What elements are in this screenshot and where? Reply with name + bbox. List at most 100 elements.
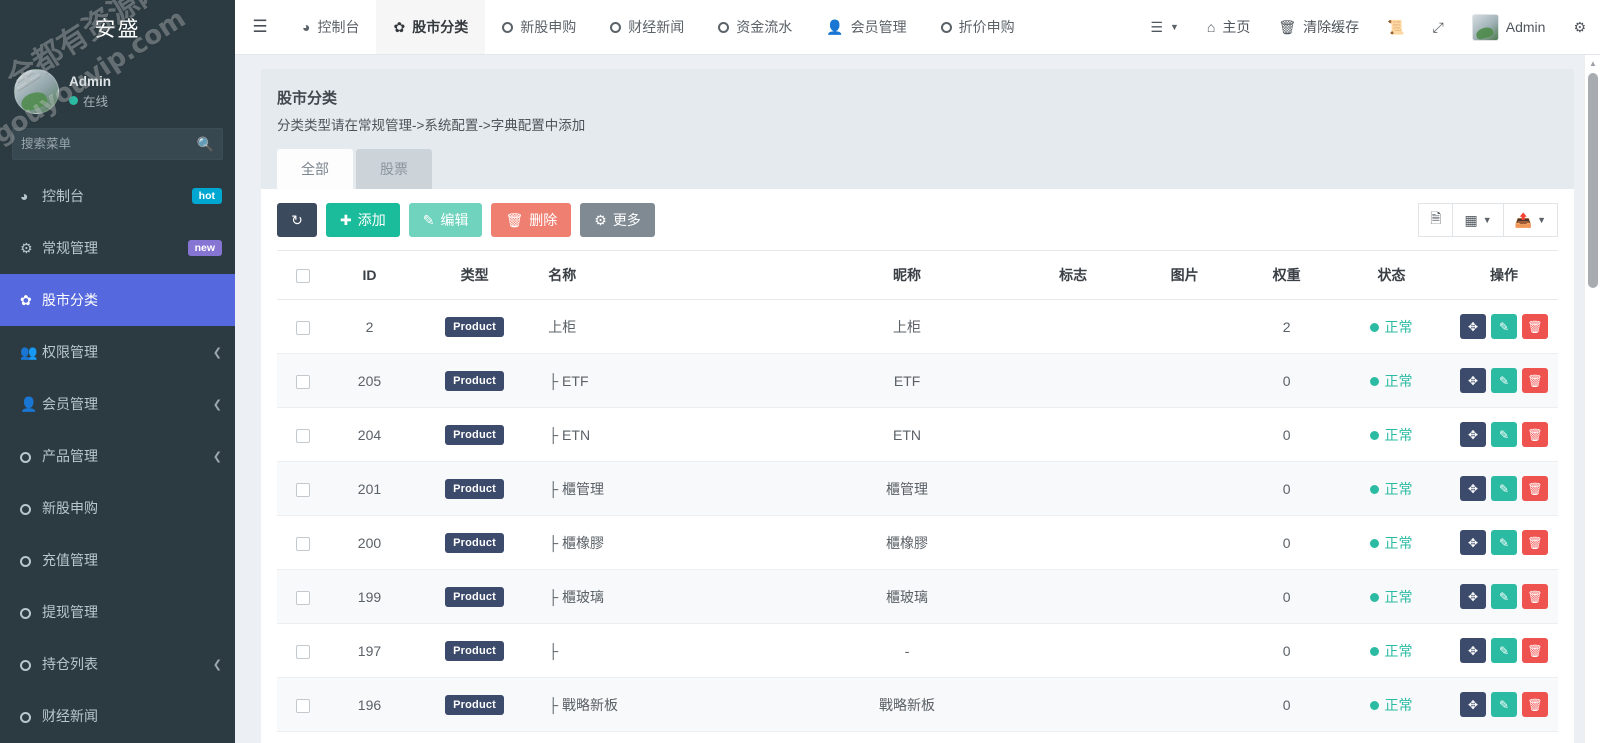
trash-icon[interactable]: 🗑 — [1522, 368, 1548, 393]
move-icon[interactable]: ✥ — [1460, 476, 1486, 501]
sidebar-item-dashboard[interactable]: ◕ 控制台 hot — [0, 170, 235, 222]
move-icon[interactable]: ✥ — [1460, 530, 1486, 555]
trash-icon[interactable]: 🗑 — [1522, 638, 1548, 663]
row-checkbox[interactable] — [295, 698, 310, 713]
tab-all[interactable]: 全部 — [277, 149, 353, 189]
cell-status: 正常 — [1332, 299, 1450, 354]
delete-button[interactable]: 🗑 删除 — [491, 203, 572, 237]
row-checkbox[interactable] — [295, 320, 310, 335]
nav-tab-fund-flow[interactable]: 资金流水 — [701, 0, 809, 54]
pencil-icon[interactable]: ✎ — [1491, 368, 1517, 393]
search-icon[interactable]: 🔍 — [197, 136, 214, 153]
type-badge: Product — [445, 586, 505, 607]
row-checkbox[interactable] — [295, 590, 310, 605]
column-header-name[interactable]: 名称 — [538, 250, 797, 300]
column-header-id[interactable]: ID — [328, 250, 411, 300]
column-header-nickname[interactable]: 昵称 — [796, 250, 1018, 300]
trash-icon[interactable]: 🗑 — [1522, 530, 1548, 555]
hamburger-icon[interactable]: ☰ — [235, 0, 285, 54]
cell-logo — [1017, 731, 1129, 743]
nav-tab-member-management[interactable]: 👤 会员管理 — [809, 0, 923, 54]
pencil-icon[interactable]: ✎ — [1491, 476, 1517, 501]
page-scrollbar[interactable]: ▲ — [1584, 55, 1600, 743]
table-row[interactable]: 204 Product ├ ETN ETN 0 正常 ✥ ✎ 🗑 — [277, 407, 1558, 462]
more-button[interactable]: ⚙ 更多 — [580, 203, 655, 237]
row-checkbox[interactable] — [295, 428, 310, 443]
cell-status: 正常 — [1332, 731, 1450, 743]
scroll-up-arrow-icon[interactable]: ▲ — [1585, 55, 1600, 71]
sidebar-item-general-management[interactable]: ⚙ 常规管理 new — [0, 222, 235, 274]
sidebar-item-recharge-management[interactable]: 充值管理 — [0, 534, 235, 586]
table-row[interactable]: 195Product├ 櫃指數類櫃指數類 0正常✥✎🗑 — [277, 731, 1558, 743]
pencil-icon[interactable]: ✎ — [1491, 692, 1517, 717]
select-all-checkbox[interactable] — [295, 269, 310, 284]
column-header-weight[interactable]: 权重 — [1240, 250, 1333, 300]
table-row[interactable]: 201 Product ├ 櫃管理 櫃管理 0 正常 ✥ ✎ 🗑 — [277, 461, 1558, 516]
sidebar-item-stock-category[interactable]: ✿ 股市分类 — [0, 274, 235, 326]
nav-tab-new-share-subscription[interactable]: 新股申购 — [485, 0, 593, 54]
row-checkbox[interactable] — [295, 644, 310, 659]
nav-tab-dashboard[interactable]: ◕ 控制台 — [285, 0, 376, 54]
pencil-icon[interactable]: ✎ — [1491, 422, 1517, 447]
user-panel[interactable]: Admin 在线 — [0, 55, 235, 124]
trash-icon[interactable]: 🗑 — [1522, 584, 1548, 609]
column-header-status[interactable]: 状态 — [1332, 250, 1450, 300]
trash-icon[interactable]: 🗑 — [1522, 476, 1548, 501]
pencil-icon[interactable]: ✎ — [1491, 314, 1517, 339]
tab-stock[interactable]: 股票 — [356, 149, 432, 189]
row-checkbox[interactable] — [295, 482, 310, 497]
scrollbar-thumb[interactable] — [1588, 73, 1598, 288]
sidebar-item-finance-news[interactable]: 财经新闻 — [0, 690, 235, 742]
move-icon[interactable]: ✥ — [1460, 692, 1486, 717]
column-header-logo[interactable]: 标志 — [1017, 250, 1129, 300]
nav-clear-cache-button[interactable]: 🗑 清除缓存 — [1264, 0, 1373, 54]
refresh-button[interactable]: ↻ — [277, 203, 317, 237]
nav-note-button[interactable]: 📜 — [1373, 0, 1418, 54]
sidebar-item-position-list[interactable]: 持仓列表 ❮ — [0, 638, 235, 690]
trash-icon[interactable]: 🗑 — [1522, 692, 1548, 717]
export-button[interactable]: 📤 ▼ — [1502, 203, 1558, 237]
nav-tab-finance-news[interactable]: 财经新闻 — [593, 0, 701, 54]
move-icon[interactable]: ✥ — [1460, 368, 1486, 393]
row-checkbox[interactable] — [295, 374, 310, 389]
nav-fullscreen-button[interactable]: ⤢ — [1419, 0, 1458, 54]
pencil-icon[interactable]: ✎ — [1491, 530, 1517, 555]
cell-name: ├ 櫃管理 — [538, 461, 797, 516]
move-icon[interactable]: ✥ — [1460, 314, 1486, 339]
column-header-type[interactable]: 类型 — [410, 250, 539, 300]
table-row[interactable]: 199 Product ├ 櫃玻璃 櫃玻璃 0 正常 ✥ ✎ 🗑 — [277, 569, 1558, 624]
table-row[interactable]: 196 Product ├ 戰略新板 戰略新板 0 正常 ✥ ✎ 🗑 — [277, 677, 1558, 732]
list-view-button[interactable]: 🗎 — [1418, 203, 1454, 237]
nav-tab-discount-subscription[interactable]: 折价申购 — [924, 0, 1032, 54]
table-row[interactable]: 2 Product 上柜 上柜 2 正常 ✥ ✎ 🗑 — [277, 299, 1558, 354]
nav-settings-button[interactable]: ⚙ — [1559, 0, 1600, 54]
status-dot-icon — [1370, 701, 1380, 711]
table-row[interactable]: 205 Product ├ ETF ETF 0 正常 ✥ ✎ 🗑 — [277, 353, 1558, 408]
column-toggle-button[interactable]: ▦ ▼ — [1452, 203, 1504, 237]
move-icon[interactable]: ✥ — [1460, 584, 1486, 609]
sidebar-item-member-management[interactable]: 👤 会员管理 ❮ — [0, 378, 235, 430]
pencil-icon[interactable]: ✎ — [1491, 584, 1517, 609]
sidebar-item-permission-management[interactable]: 👥 权限管理 ❮ — [0, 326, 235, 378]
pencil-icon[interactable]: ✎ — [1491, 638, 1517, 663]
search-box[interactable]: 🔍 — [12, 128, 223, 160]
edit-button[interactable]: ✎ 编辑 — [408, 203, 483, 237]
add-button[interactable]: ✚ 添加 — [326, 203, 400, 237]
sidebar-item-withdraw-management[interactable]: 提现管理 — [0, 586, 235, 638]
nav-list-menu-button[interactable]: ☰ ▼ — [1136, 0, 1192, 54]
table-row[interactable]: 197 Product ├ - 0 正常 ✥ ✎ 🗑 — [277, 623, 1558, 678]
table-row[interactable]: 200 Product ├ 櫃橡膠 櫃橡膠 0 正常 ✥ ✎ 🗑 — [277, 515, 1558, 570]
nav-home-button[interactable]: ⌂ 主页 — [1193, 0, 1264, 54]
row-checkbox[interactable] — [295, 536, 310, 551]
nav-user-menu[interactable]: Admin — [1458, 0, 1560, 54]
table-head: ID 类型 名称 昵称 标志 图片 权重 状态 操作 — [277, 250, 1558, 300]
trash-icon[interactable]: 🗑 — [1522, 422, 1548, 447]
move-icon[interactable]: ✥ — [1460, 422, 1486, 447]
sidebar-item-new-share-subscription[interactable]: 新股申购 — [0, 482, 235, 534]
column-header-image[interactable]: 图片 — [1128, 250, 1241, 300]
sidebar-item-product-management[interactable]: 产品管理 ❮ — [0, 430, 235, 482]
move-icon[interactable]: ✥ — [1460, 638, 1486, 663]
nav-tab-stock-category[interactable]: ✿ 股市分类 — [376, 0, 486, 54]
search-input[interactable] — [21, 137, 197, 151]
trash-icon[interactable]: 🗑 — [1522, 314, 1548, 339]
